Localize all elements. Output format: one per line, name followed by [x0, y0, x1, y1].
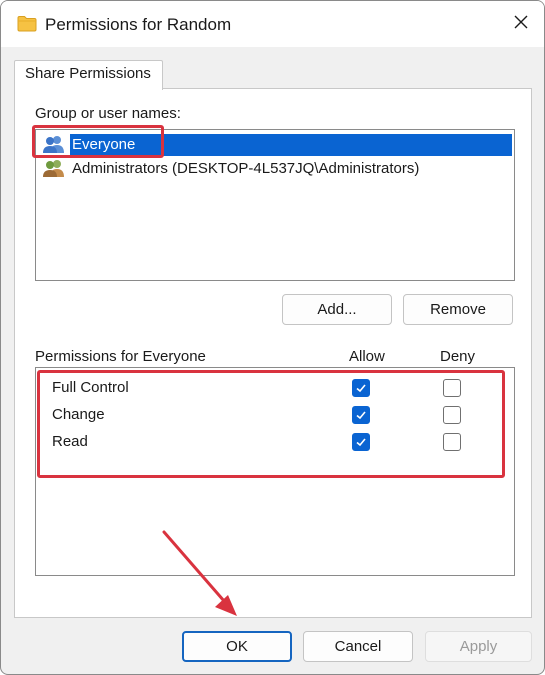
permission-row-full-control: Full Control	[36, 375, 514, 402]
deny-read-checkbox[interactable]	[443, 433, 461, 451]
title-bar: Permissions for Random	[1, 1, 544, 47]
ok-button[interactable]: OK	[182, 631, 292, 662]
deny-full-control-checkbox[interactable]	[443, 379, 461, 397]
deny-column-header: Deny	[440, 348, 476, 365]
permission-row-read: Read	[36, 429, 514, 456]
users-icon	[42, 134, 66, 154]
folder-icon	[17, 15, 37, 36]
add-button[interactable]: Add...	[282, 294, 392, 325]
group-or-user-names-label: Group or user names:	[35, 105, 181, 122]
admin-users-icon	[42, 158, 66, 178]
permission-name: Change	[52, 406, 105, 423]
user-name: Administrators (DESKTOP-4L537JQ\Administ…	[72, 159, 420, 177]
tab-share-permissions[interactable]: Share Permissions	[14, 60, 163, 90]
permission-row-change: Change	[36, 402, 514, 429]
permissions-dialog: Permissions for Random Share Permissions…	[0, 0, 545, 675]
allow-full-control-checkbox[interactable]	[352, 379, 370, 397]
permissions-list: Full Control Change Read	[35, 367, 515, 576]
allow-change-checkbox[interactable]	[352, 406, 370, 424]
cancel-button[interactable]: Cancel	[303, 631, 413, 662]
list-item-everyone[interactable]: Everyone	[38, 132, 512, 156]
deny-change-checkbox[interactable]	[443, 406, 461, 424]
share-permissions-panel: Group or user names: Everyone Administra…	[14, 88, 532, 618]
user-list[interactable]: Everyone Administrators (DESKTOP-4L537JQ…	[35, 129, 515, 281]
close-button[interactable]	[498, 1, 544, 47]
window-title: Permissions for Random	[45, 15, 232, 34]
remove-button[interactable]: Remove	[403, 294, 513, 325]
list-item-administrators[interactable]: Administrators (DESKTOP-4L537JQ\Administ…	[38, 156, 512, 180]
allow-read-checkbox[interactable]	[352, 433, 370, 451]
permissions-for-label: Permissions for Everyone	[35, 348, 206, 365]
apply-button[interactable]: Apply	[425, 631, 532, 662]
permission-name: Read	[52, 433, 88, 450]
tab-label: Share Permissions	[25, 65, 151, 82]
close-icon	[513, 14, 529, 34]
user-name: Everyone	[70, 135, 138, 153]
permission-name: Full Control	[52, 379, 129, 396]
allow-column-header: Allow	[349, 348, 385, 365]
